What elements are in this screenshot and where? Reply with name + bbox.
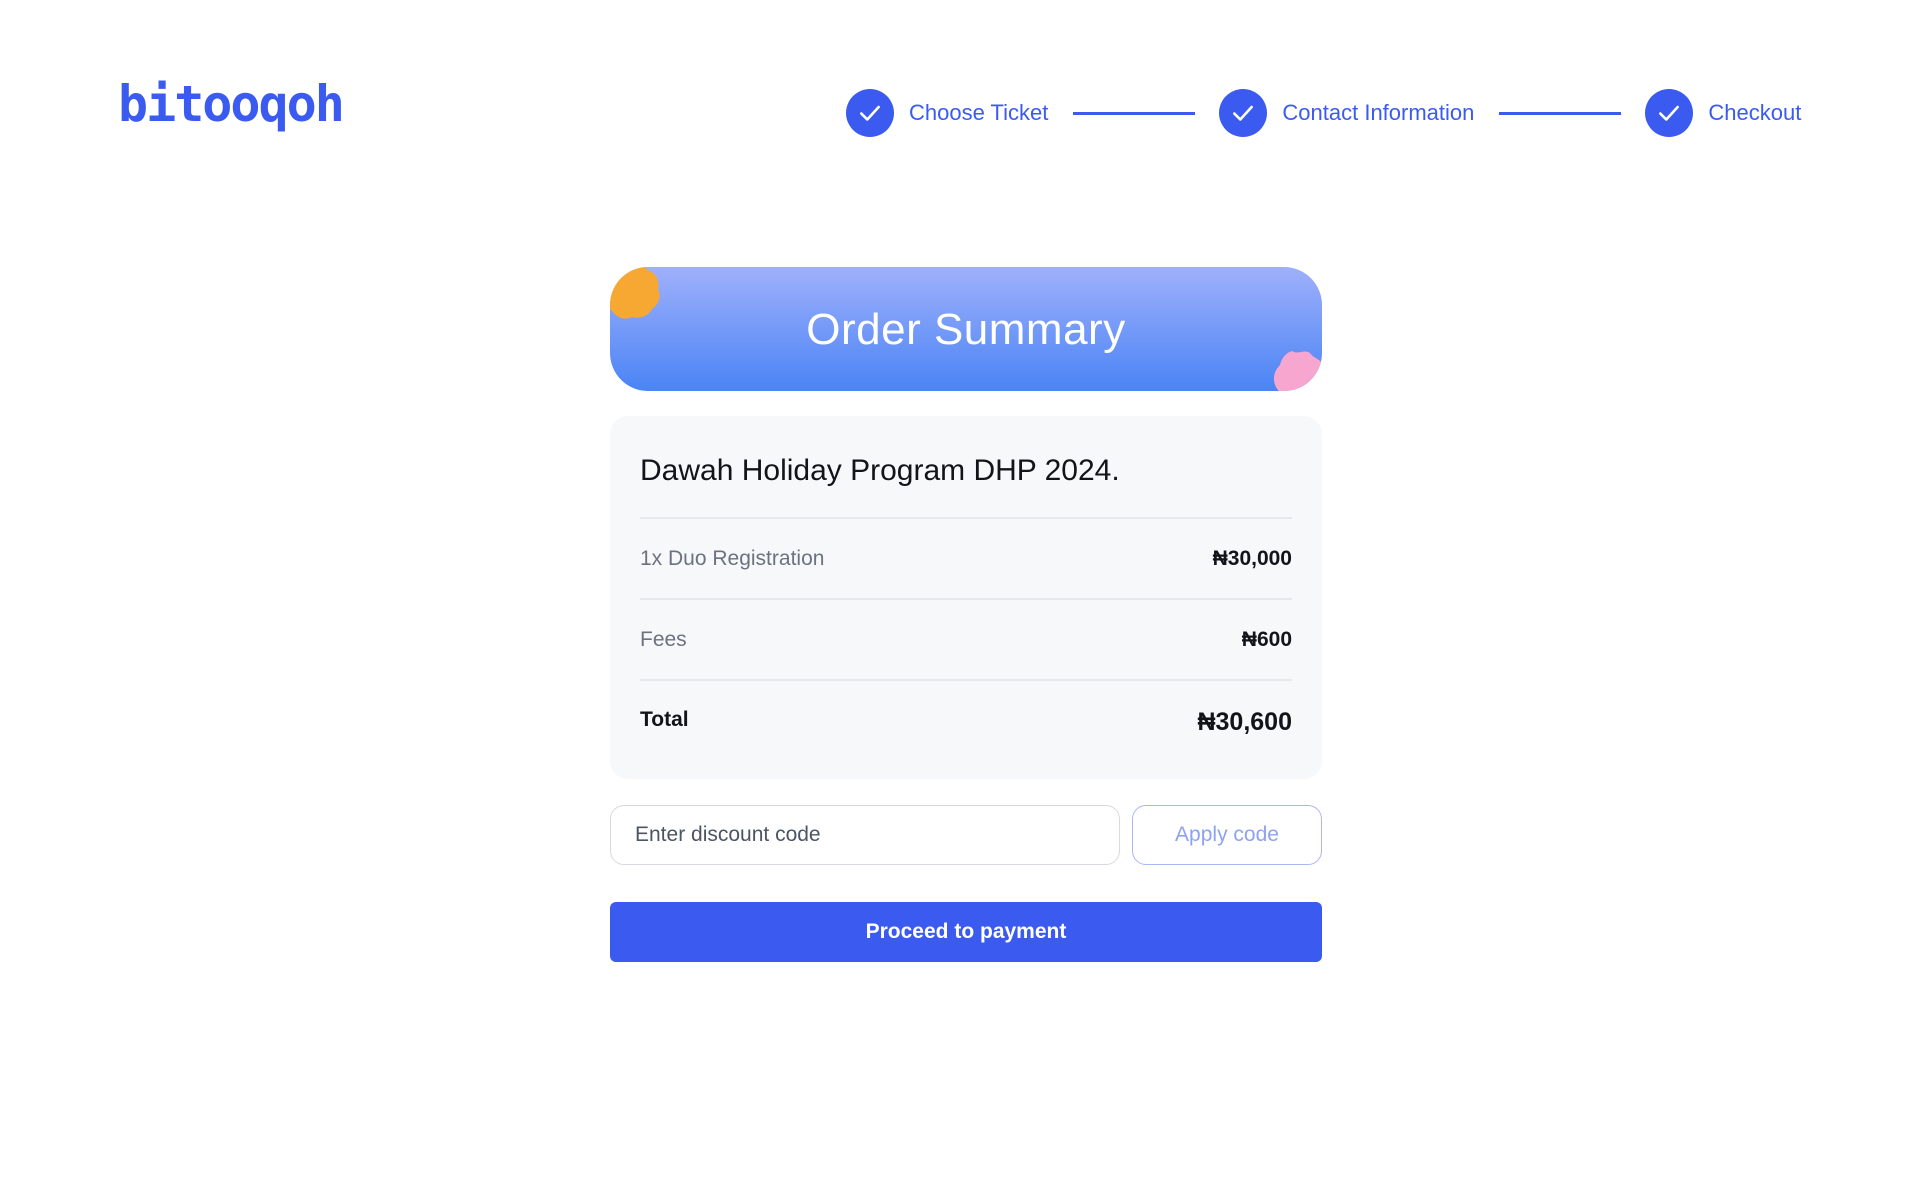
step-checkout[interactable]: Checkout (1645, 89, 1801, 137)
proceed-to-payment-button[interactable]: Proceed to payment (610, 902, 1322, 962)
check-icon (1645, 89, 1694, 137)
discount-code-input[interactable] (610, 805, 1120, 865)
orange-blob-decoration (610, 267, 660, 319)
event-name: Dawah Holiday Program DHP 2024. (640, 416, 1292, 519)
line-item-label: 1x Duo Registration (640, 546, 825, 570)
fees-row: Fees ₦600 (640, 600, 1292, 681)
order-summary-header: Order Summary (610, 267, 1322, 391)
checkout-stepper: Choose Ticket Contact Information Checko… (846, 88, 1920, 138)
check-icon (1219, 89, 1268, 137)
step-contact-information[interactable]: Contact Information (1219, 89, 1474, 137)
total-label: Total (640, 708, 689, 731)
line-item-row: 1x Duo Registration ₦30,000 (640, 519, 1292, 600)
apply-code-button[interactable]: Apply code (1132, 805, 1322, 865)
pink-blob-decoration (1273, 351, 1322, 391)
total-row: Total ₦30,600 (640, 681, 1292, 763)
order-summary-title: Order Summary (806, 305, 1126, 354)
step-connector (1499, 111, 1622, 115)
order-summary-card: Dawah Holiday Program DHP 2024. 1x Duo R… (610, 416, 1322, 779)
brand-logo-text: bitooqoh (118, 75, 345, 133)
line-item-amount: ₦30,000 (1212, 546, 1292, 570)
step-choose-ticket[interactable]: Choose Ticket (846, 89, 1048, 137)
fees-label: Fees (640, 627, 687, 651)
step-label: Contact Information (1282, 100, 1475, 125)
step-label: Checkout (1708, 100, 1802, 125)
brand-logo[interactable]: bitooqoh (118, 74, 345, 154)
check-icon (846, 89, 894, 137)
step-label: Choose Ticket (909, 100, 1049, 125)
total-amount: ₦30,600 (1197, 707, 1292, 736)
fees-amount: ₦600 (1241, 627, 1292, 651)
step-connector (1073, 111, 1196, 115)
